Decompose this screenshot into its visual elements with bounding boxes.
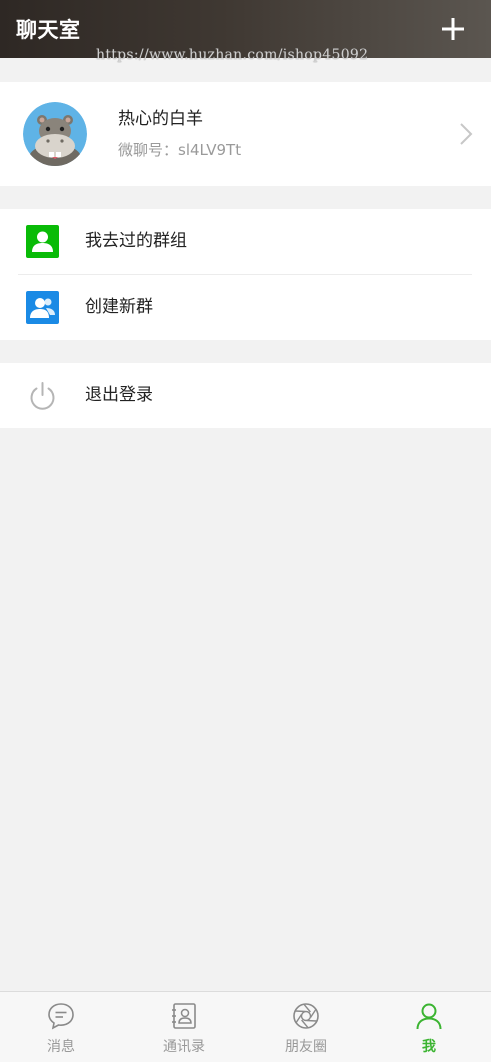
create-group-label: 创建新群: [85, 297, 153, 317]
chat-bubble-icon: [46, 1001, 76, 1031]
profile-card[interactable]: 热心的白羊 微聊号：sl4LV9Tt: [0, 82, 491, 186]
tab-messages-label: 消息: [47, 1039, 75, 1055]
top-nav-bar: 聊天室 https://www.huzhan.com/ishop45092: [0, 0, 491, 63]
aperture-icon: [291, 1001, 321, 1031]
tab-me[interactable]: 我: [368, 992, 490, 1062]
logout-label: 退出登录: [85, 385, 153, 405]
avatar: [23, 102, 87, 166]
visited-groups-item[interactable]: 我去过的群组: [0, 209, 491, 274]
tab-moments[interactable]: 朋友圈: [245, 992, 367, 1062]
power-icon: [26, 379, 59, 412]
watermark-url: https://www.huzhan.com/ishop45092: [96, 47, 369, 63]
page-title: 聊天室: [16, 18, 81, 42]
hippo-avatar-icon: [23, 102, 87, 166]
tab-contacts-label: 通讯录: [163, 1039, 205, 1055]
create-group-item[interactable]: 创建新群: [0, 275, 491, 340]
tab-me-label: 我: [422, 1039, 436, 1055]
tab-messages[interactable]: 消息: [0, 992, 122, 1062]
contacts-book-icon: [169, 1001, 199, 1031]
plus-icon: [442, 18, 464, 40]
logout-item[interactable]: 退出登录: [0, 363, 491, 428]
user-nickname: 热心的白羊: [118, 109, 203, 129]
group-visited-icon: [26, 225, 59, 258]
person-icon: [414, 1001, 444, 1031]
group-menu-card: 我去过的群组 创建新群: [0, 209, 491, 340]
bottom-tab-bar: 消息 通讯录 朋友圈 我: [0, 991, 491, 1062]
visited-groups-label: 我去过的群组: [85, 231, 187, 251]
add-button[interactable]: [437, 13, 469, 45]
create-group-icon: [26, 291, 59, 324]
logout-card: 退出登录: [0, 363, 491, 428]
tab-contacts[interactable]: 通讯录: [123, 992, 245, 1062]
chevron-right-icon: [459, 122, 473, 146]
user-wechat-id: 微聊号：sl4LV9Tt: [118, 141, 242, 159]
tab-moments-label: 朋友圈: [285, 1039, 327, 1055]
